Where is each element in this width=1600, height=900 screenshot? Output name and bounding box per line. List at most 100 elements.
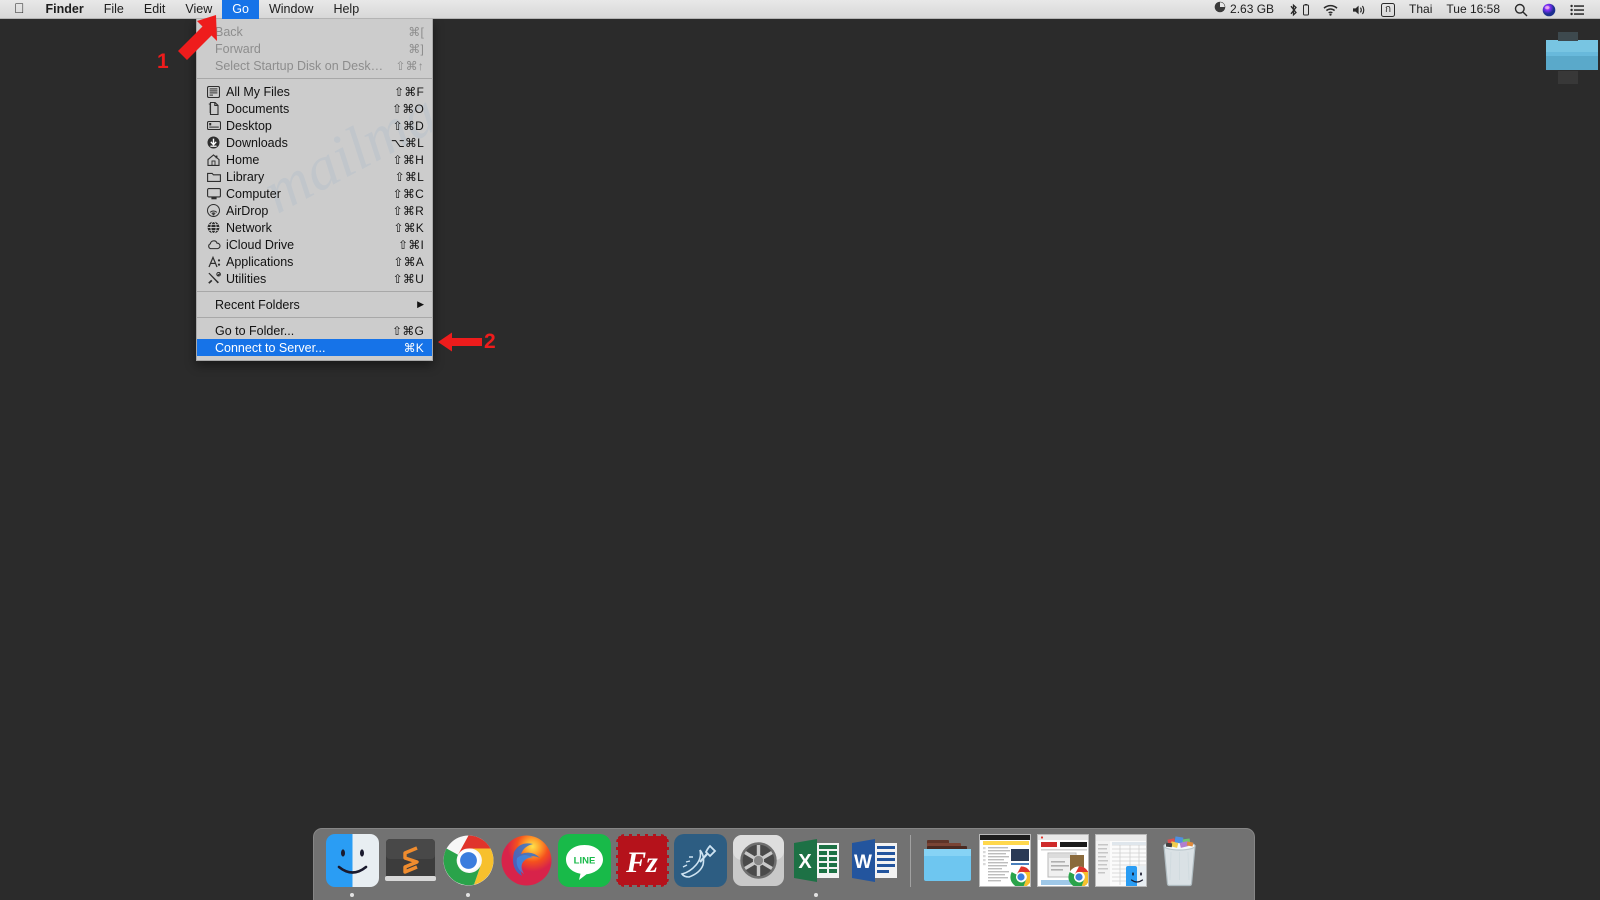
memory-status[interactable]: 2.63 GB [1207,0,1281,19]
menu-item-back[interactable]: Back ⌘[ [197,23,432,40]
input-source-label[interactable]: Thai [1402,0,1439,19]
menu-item-label: All My Files [226,84,290,99]
menu-window[interactable]: Window [259,0,323,19]
blue-folder-desktop-icon[interactable] [1540,30,1600,85]
menu-item-documents[interactable]: Documents ⇧⌘O [197,100,432,117]
finder-badge-icon [1126,866,1146,886]
menu-item-label: AirDrop [226,203,269,218]
menu-item-all-my-files[interactable]: All My Files ⇧⌘F [197,83,432,100]
menu-item-shortcut: ⇧⌘G [392,323,424,338]
dock-item-finder[interactable] [323,834,381,900]
all-my-files-icon [206,85,221,99]
menu-item-label: iCloud Drive [226,237,295,252]
menu-finder[interactable]: Finder [36,0,94,19]
volume-icon[interactable] [1345,0,1374,19]
memory-clock-icon [1214,0,1226,19]
dock-item-excel[interactable]: X [787,834,845,900]
menu-item-label: Computer [226,186,281,201]
dock-item-minimized-window-2[interactable] [1034,834,1092,900]
menu-go[interactable]: Go [222,0,259,19]
dock-item-line[interactable]: LINE [555,834,613,900]
dock-item-filezilla[interactable]: Fz [613,834,671,900]
menu-item-shortcut: ⇧⌘O [392,101,424,116]
search-icon[interactable] [1507,0,1535,19]
annotation-number-1: 1 [157,50,169,73]
svg-text:LINE: LINE [573,856,595,867]
dock-item-word[interactable]: W [845,834,903,900]
line-icon: LINE [557,834,611,887]
dock-item-mysql-workbench[interactable] [671,834,729,900]
downloads-folder-icon [921,834,974,887]
svg-text:W: W [854,852,872,873]
menu-item-label: Recent Folders [215,297,300,312]
menu-item-shortcut: ⇧⌘C [392,186,424,201]
menu-item-shortcut: ⌘] [408,41,424,56]
network-globe-icon [206,221,221,235]
menu-item-shortcut: ⇧⌘F [394,84,424,99]
airdrop-icon [206,204,221,218]
minimized-window-finder-icon [1095,834,1147,887]
desktop:  Finder File Edit View Go Window Help 2… [0,0,1600,900]
dock-item-chrome[interactable] [439,834,497,900]
menu-item-label: Forward [215,41,261,56]
dock-item-downloads-folder[interactable] [918,834,976,900]
menu-item-icloud-drive[interactable]: iCloud Drive ⇧⌘I [197,236,432,253]
menu-item-library[interactable]: Library ⇧⌘L [197,168,432,185]
menu-item-label: Network [226,220,272,235]
menu-item-home[interactable]: Home ⇧⌘H [197,151,432,168]
thai-input-icon[interactable]: ก [1374,0,1402,19]
menu-file[interactable]: File [94,0,134,19]
dock-item-system-preferences[interactable] [729,834,787,900]
menu-item-select-startup-disk[interactable]: Select Startup Disk on Desktop ⇧⌘↑ [197,57,432,74]
menu-item-label: Library [226,169,265,184]
menu-item-shortcut: ⇧⌘H [392,152,424,167]
clock[interactable]: Tue 16:58 [1439,0,1507,19]
dock-item-minimized-window-1[interactable] [976,834,1034,900]
finder-icon [325,834,379,887]
firefox-icon [500,834,553,887]
battery-icon [1303,3,1310,15]
menu-item-label: Connect to Server... [215,340,326,355]
menu-item-label: Go to Folder... [215,323,295,338]
chrome-icon [442,834,495,887]
chrome-badge-icon [1010,866,1030,886]
dock-item-firefox[interactable] [497,834,555,900]
wifi-icon[interactable] [1316,0,1345,19]
menu-item-network[interactable]: Network ⇧⌘K [197,219,432,236]
control-center-icon[interactable] [1563,0,1591,19]
menu-item-airdrop[interactable]: AirDrop ⇧⌘R [197,202,432,219]
menu-item-applications[interactable]: Applications ⇧⌘A [197,253,432,270]
go-menu-dropdown: mailmaster Back ⌘[ Forward ⌘] Select Sta… [196,19,433,361]
apple-logo-icon[interactable]:  [0,0,36,19]
submenu-arrow-icon: ▶ [417,299,424,309]
menu-item-shortcut: ⇧⌘I [398,237,424,252]
computer-icon [206,187,221,201]
menu-item-forward[interactable]: Forward ⌘] [197,40,432,57]
documents-icon [206,102,221,116]
home-icon [206,153,221,167]
menu-item-label: Back [215,24,243,39]
menu-item-shortcut: ⇧⌘R [392,203,424,218]
menu-item-shortcut: ⌥⌘L [390,135,424,150]
menu-item-downloads[interactable]: Downloads ⌥⌘L [197,134,432,151]
menu-item-label: Utilities [226,271,267,286]
dock-item-trash[interactable] [1150,834,1208,900]
downloads-icon [206,136,221,150]
menu-item-go-to-folder[interactable]: Go to Folder... ⇧⌘G [197,322,432,339]
menu-item-shortcut: ⌘K [403,340,424,355]
menu-item-shortcut: ⇧⌘D [392,118,424,133]
utilities-icon [206,272,221,286]
menu-help[interactable]: Help [323,0,369,19]
menu-item-desktop[interactable]: Desktop ⇧⌘D [197,117,432,134]
menu-item-label: Documents [226,101,290,116]
menu-item-computer[interactable]: Computer ⇧⌘C [197,185,432,202]
menu-bar:  Finder File Edit View Go Window Help 2… [0,0,1600,19]
bluetooth-icon[interactable] [1281,0,1316,19]
dock-item-minimized-window-3[interactable] [1092,834,1150,900]
menu-item-utilities[interactable]: Utilities ⇧⌘U [197,270,432,287]
menu-item-connect-to-server[interactable]: Connect to Server... ⌘K [197,339,432,356]
menu-item-recent-folders[interactable]: Recent Folders ▶ [197,296,432,313]
dock-item-sublime-text[interactable] [381,834,439,900]
siri-icon[interactable] [1535,0,1563,19]
menu-separator [197,78,432,79]
